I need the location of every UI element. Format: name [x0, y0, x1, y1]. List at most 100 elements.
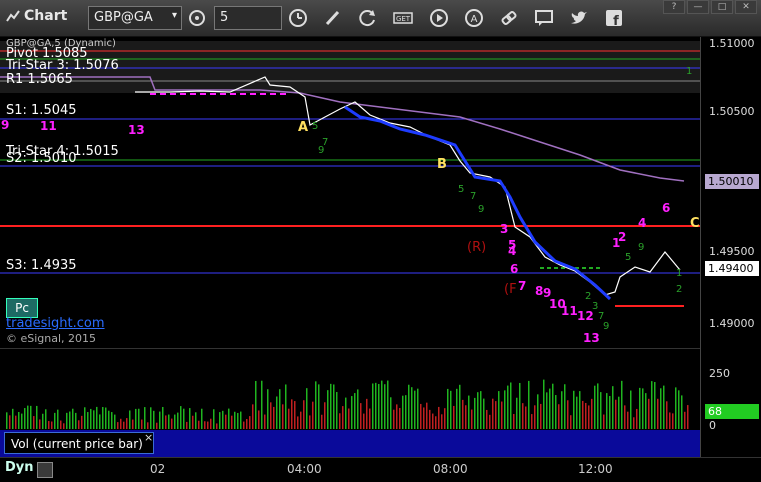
- volume-bar: [303, 400, 305, 429]
- volume-bar: [210, 418, 212, 429]
- facebook-icon[interactable]: f: [603, 7, 625, 29]
- volume-bar: [564, 384, 566, 429]
- volume-bar: [585, 402, 587, 429]
- link-icon[interactable]: [498, 7, 520, 29]
- twitter-icon[interactable]: [568, 7, 590, 29]
- volume-bar: [372, 383, 374, 429]
- volume-bar: [321, 414, 323, 429]
- volume-bar: [309, 415, 311, 429]
- volume-bar: [456, 388, 458, 429]
- volume-bar: [369, 408, 371, 429]
- volume-bar: [507, 385, 509, 429]
- svg-text:1: 1: [676, 268, 682, 279]
- down-candles: [344, 105, 612, 301]
- close-button[interactable]: ✕: [735, 0, 757, 14]
- volume-bar: [27, 405, 29, 429]
- volume-bar: [441, 414, 443, 429]
- window-title: Chart: [6, 8, 67, 24]
- volume-bar: [417, 388, 419, 429]
- volume-bar: [384, 384, 386, 429]
- comment-icon[interactable]: [533, 7, 555, 29]
- clock-icon[interactable]: [287, 7, 309, 29]
- volume-bar: [240, 411, 242, 429]
- volume-bar: [150, 407, 152, 429]
- minimize-button[interactable]: —: [687, 0, 709, 14]
- volume-bar: [234, 411, 236, 429]
- volume-bar: [339, 413, 341, 429]
- svg-text:6: 6: [510, 262, 518, 276]
- volume-bar: [642, 388, 644, 429]
- price-chart[interactable]: 597 579 2379 5912 1 9 11 13 3465 7 8 91011 12…: [0, 37, 700, 347]
- volume-bar: [423, 407, 425, 429]
- volume-bar: [477, 392, 479, 429]
- alert-icon[interactable]: A: [463, 7, 485, 29]
- time-label: 02: [150, 462, 166, 476]
- volume-bar: [81, 415, 83, 429]
- symbol-select[interactable]: GBP@GA ▾: [88, 6, 182, 30]
- volume-bar: [54, 412, 56, 429]
- refresh-icon[interactable]: [357, 7, 379, 29]
- volume-bar: [141, 419, 143, 429]
- cycle-icon[interactable]: [186, 7, 208, 29]
- pc-button[interactable]: Pc: [6, 298, 38, 318]
- volume-bar: [630, 390, 632, 429]
- settings-icon[interactable]: [37, 462, 53, 478]
- volume-bar: [231, 415, 233, 429]
- svg-text:1: 1: [686, 66, 692, 77]
- volume-bar: [414, 390, 416, 429]
- copyright-label: © eSignal, 2015: [6, 332, 97, 345]
- volume-bar: [114, 414, 116, 429]
- volume-bar: [201, 408, 203, 429]
- volume-bar: [624, 405, 626, 429]
- volume-bar: [237, 412, 239, 429]
- volume-bar: [567, 400, 569, 429]
- volume-bar: [558, 404, 560, 429]
- volume-bar: [363, 413, 365, 429]
- close-icon[interactable]: ×: [144, 431, 153, 444]
- volume-bar: [216, 423, 218, 429]
- volume-bar: [135, 408, 137, 429]
- volume-bar: [639, 387, 641, 429]
- time-axis[interactable]: Dyn 02 04:00 08:00 12:00: [0, 457, 761, 482]
- ma-value-flag: 1.50010: [705, 174, 759, 189]
- volume-bar: [324, 402, 326, 429]
- volume-bar: [12, 408, 14, 429]
- volume-bar: [393, 409, 395, 429]
- volume-bar: [612, 386, 614, 429]
- svg-text:2: 2: [585, 291, 591, 302]
- help-button[interactable]: ?: [663, 0, 685, 14]
- volume-bar: [30, 405, 32, 429]
- get-icon[interactable]: GET: [392, 7, 414, 29]
- volume-bar: [360, 403, 362, 429]
- volume-bar: [687, 405, 689, 429]
- interval-input[interactable]: 5: [214, 6, 282, 30]
- volume-bar: [432, 413, 434, 429]
- volume-bar: [648, 398, 650, 429]
- svg-text:5: 5: [625, 252, 631, 263]
- volume-bar: [420, 403, 422, 429]
- volume-bar: [672, 413, 674, 429]
- website-link[interactable]: tradesight.com: [6, 316, 105, 331]
- volume-bar: [501, 401, 503, 429]
- pen-icon[interactable]: [322, 7, 344, 29]
- volume-bar: [312, 401, 314, 429]
- interval-value: 5: [220, 10, 229, 25]
- price-scale[interactable]: 1.51000 1.50500 1.50010 1.49500 1.49400 …: [700, 37, 761, 457]
- volume-chart[interactable]: [0, 348, 700, 431]
- svg-text:2: 2: [618, 230, 626, 244]
- volume-bar: [468, 395, 470, 429]
- volume-bar: [297, 416, 299, 429]
- volume-bar: [39, 419, 41, 429]
- volume-bar: [246, 419, 248, 429]
- volume-bar: [345, 397, 347, 429]
- volume-value-flag: 68: [705, 404, 759, 419]
- volume-bar: [21, 413, 23, 429]
- volume-bar: [279, 389, 281, 429]
- volume-bar: [318, 384, 320, 429]
- play-icon[interactable]: [428, 7, 450, 29]
- volume-bar: [264, 414, 266, 429]
- volume-bar: [534, 405, 536, 429]
- volume-bar: [273, 406, 275, 429]
- volume-bar: [354, 393, 356, 429]
- maximize-button[interactable]: □: [711, 0, 733, 14]
